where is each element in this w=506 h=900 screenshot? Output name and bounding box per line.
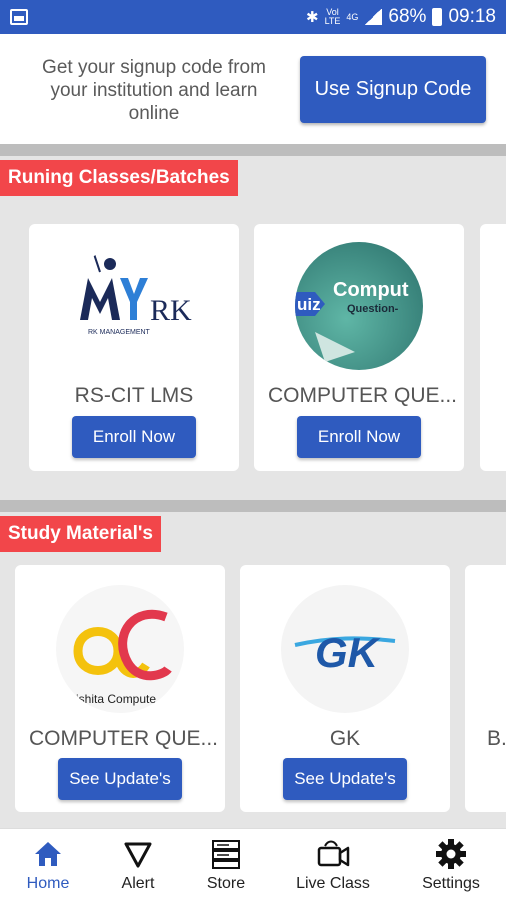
bottom-navigation: Home Alert Store Live Class Settings [0, 828, 506, 900]
nav-store[interactable]: Store [176, 829, 276, 900]
study-material-section: Study Material's ishita Compute COMPUTER… [0, 512, 506, 828]
svg-text:Question-: Question- [347, 303, 399, 315]
clock: 09:18 [448, 6, 496, 27]
video-camera-icon [317, 840, 350, 867]
rk-logo: RK RK MANAGEMENT [70, 242, 198, 370]
svg-text:GK: GK [315, 629, 381, 676]
material-name: COMPUTER QUE... [29, 727, 219, 750]
class-card-partial[interactable] [480, 224, 506, 471]
nav-settings[interactable]: Settings [401, 829, 501, 900]
section-title: Study Material's [0, 516, 161, 552]
gear-icon [436, 839, 466, 869]
store-icon [212, 840, 240, 869]
gk-logo: GK [281, 585, 409, 713]
class-card[interactable]: uiz Comput Question- COMPUTER QUE... Enr… [254, 224, 464, 471]
material-name: B. [487, 727, 506, 750]
battery-icon [432, 8, 443, 26]
use-signup-code-button[interactable]: Use Signup Code [300, 56, 486, 123]
svg-text:RK: RK [150, 294, 192, 327]
material-card-partial[interactable]: B. [465, 565, 506, 812]
bluetooth-icon: ✱ [305, 9, 319, 26]
alert-icon [124, 842, 152, 868]
nav-label: Alert [121, 875, 155, 892]
signup-panel: Get your signup code from your instituti… [0, 34, 506, 144]
nav-alert[interactable]: Alert [88, 829, 188, 900]
material-name: GK [329, 727, 361, 750]
svg-text:ishita Compute: ishita Compute [76, 692, 156, 706]
svg-text:Comput: Comput [333, 279, 409, 301]
running-classes-section: Runing Classes/Batches RK RK MANAGEMENT … [0, 156, 506, 500]
nav-live-class[interactable]: Live Class [283, 829, 383, 900]
nav-label: Store [206, 875, 246, 892]
enroll-now-button[interactable]: Enroll Now [297, 416, 421, 458]
nav-label: Settings [422, 875, 480, 892]
enroll-now-button[interactable]: Enroll Now [72, 416, 196, 458]
nav-label: Live Class [296, 875, 370, 892]
status-bar: ✱ Vol LTE 4G 68% 09:18 [0, 0, 506, 34]
ishita-computer-logo: ishita Compute [56, 585, 184, 713]
signal-icon [364, 9, 383, 25]
svg-text:uiz: uiz [297, 295, 321, 314]
divider [0, 144, 506, 156]
class-card[interactable]: RK RK MANAGEMENT RS-CIT LMS Enroll Now [29, 224, 239, 471]
section-title: Runing Classes/Batches [0, 160, 238, 196]
battery-percent: 68% [388, 6, 427, 27]
material-card[interactable]: ishita Compute COMPUTER QUE... See Updat… [15, 565, 225, 812]
see-updates-button[interactable]: See Update's [283, 758, 407, 800]
nav-label: Home [26, 875, 70, 892]
class-name: COMPUTER QUE... [268, 384, 458, 407]
computer-quiz-logo: uiz Comput Question- [295, 242, 423, 370]
gallery-notification-icon [10, 9, 28, 25]
signup-message: Get your signup code from your instituti… [42, 57, 266, 124]
nav-home[interactable]: Home [0, 829, 98, 900]
status-indicators: ✱ Vol LTE 4G 68% 09:18 [306, 6, 496, 28]
see-updates-button[interactable]: See Update's [58, 758, 182, 800]
network-type-label: 4G [346, 11, 359, 22]
home-icon [35, 842, 61, 866]
volte-indicator: Vol LTE [324, 7, 341, 26]
class-name: RS-CIT LMS [74, 384, 194, 407]
material-card[interactable]: GK GK See Update's [240, 565, 450, 812]
svg-text:RK MANAGEMENT: RK MANAGEMENT [88, 329, 151, 336]
divider [0, 500, 506, 512]
